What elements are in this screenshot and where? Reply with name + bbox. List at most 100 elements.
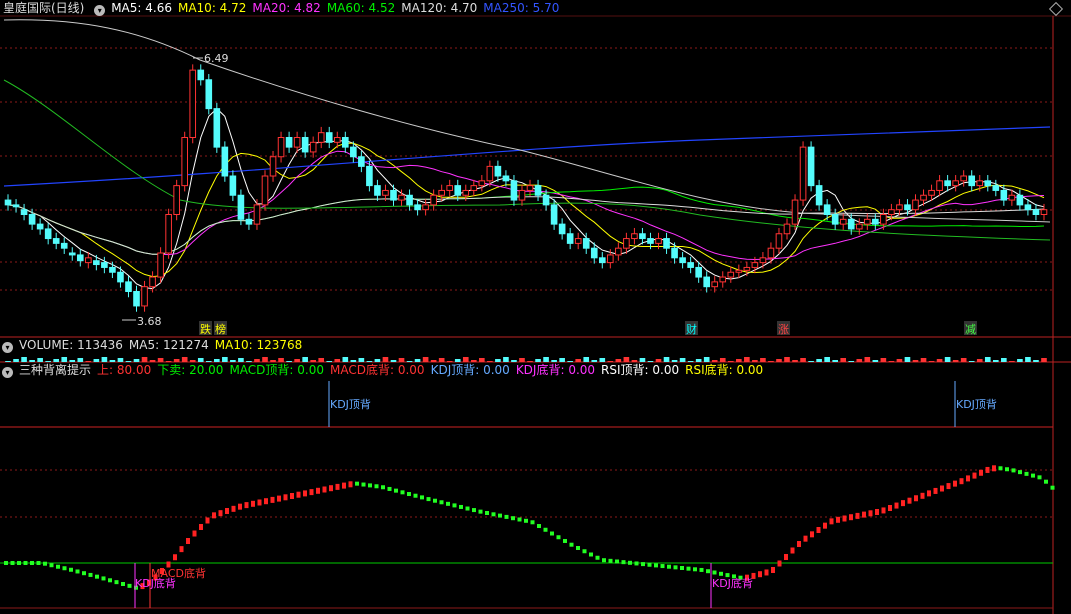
oscillator-segment <box>218 510 223 517</box>
indicator-title[interactable]: 三种背离提示 <box>19 363 91 377</box>
oscillator-segment <box>953 480 957 487</box>
volume-bar <box>856 359 863 362</box>
kline-chart[interactable]: 6.49 3.68 跌 榜 财 涨 减 KDJ顶背 KDJ顶背 KDJ底背 MA… <box>0 0 1071 614</box>
oscillator-segment <box>433 498 437 503</box>
oscillator-segment <box>439 500 444 505</box>
oscillator-segment <box>654 563 658 568</box>
oscillator-segment <box>920 492 925 499</box>
volume-bar <box>1041 358 1047 362</box>
oscillator-segment <box>101 576 106 581</box>
candle-body <box>615 247 622 256</box>
oscillator-segment <box>810 531 814 538</box>
volume-bar <box>984 357 991 362</box>
oscillator-segment <box>699 567 704 572</box>
candle-body <box>197 69 205 81</box>
oscillator-segment <box>199 524 203 530</box>
oscillator-segment <box>49 563 54 568</box>
oscillator-segment <box>504 514 509 519</box>
oscillator-segment <box>251 500 255 507</box>
candle-body <box>462 189 470 196</box>
oscillator-segment <box>192 530 197 537</box>
oscillator-segment <box>270 496 275 503</box>
candle-body <box>237 194 245 220</box>
candle-body <box>831 214 839 225</box>
candle-body <box>775 233 783 249</box>
oscillator-segment <box>114 580 119 585</box>
oscillator-segment <box>894 502 899 509</box>
candle-body <box>671 247 678 259</box>
signal-kdj-top-1: KDJ顶背 <box>330 397 371 411</box>
oscillator-segment <box>10 561 15 565</box>
ma-legend-item: MA60: 4.52 <box>326 1 396 15</box>
oscillator-segment <box>901 500 905 507</box>
oscillator-segment <box>680 566 684 570</box>
candle-body <box>446 185 454 191</box>
oscillator-segment <box>881 507 886 514</box>
oscillator-segment <box>485 511 489 515</box>
candle-body <box>341 137 349 148</box>
indicator-param: RSI顶背: 0.00 <box>601 363 680 377</box>
oscillator-segment <box>75 569 80 574</box>
indicator-settings-icon[interactable]: ▾ <box>2 367 13 378</box>
candle-body <box>727 271 735 278</box>
oscillator-segment <box>400 490 405 495</box>
candle-body <box>896 204 903 211</box>
volume-ma5: MA5: 121274 <box>128 338 209 352</box>
oscillator-segment <box>998 466 1003 471</box>
oscillator-segment <box>790 547 795 554</box>
oscillator-segment <box>36 561 41 565</box>
candle-body <box>438 189 445 196</box>
volume-bar <box>832 360 838 362</box>
volume-bar <box>936 359 943 362</box>
oscillator-segment <box>17 561 21 565</box>
oscillator-segment <box>290 493 294 499</box>
oscillator-segment <box>303 490 307 497</box>
oscillator-segment <box>764 569 769 576</box>
oscillator-segment <box>82 571 86 576</box>
candle-body <box>85 257 92 264</box>
oscillator-segment <box>712 570 717 575</box>
candle-body <box>325 132 333 143</box>
indicator-params: 上: 80.00 下卖: 20.00 MACD顶背: 0.00 MACD底背: 0.0… <box>97 363 769 377</box>
candle-body <box>149 276 156 288</box>
candle-body <box>309 141 317 153</box>
candle-body <box>1016 194 1024 206</box>
candle-body <box>277 137 285 158</box>
oscillator-segment <box>608 558 613 563</box>
oscillator-segment <box>127 583 132 588</box>
volume-settings-icon[interactable]: ▾ <box>2 342 13 353</box>
low-annotation: 3.68 <box>122 315 162 328</box>
oscillator-segment <box>426 497 431 502</box>
candle-body <box>952 180 959 187</box>
candle-body <box>157 252 164 278</box>
oscillator-segment <box>660 564 665 569</box>
candle-body <box>36 223 44 230</box>
indicator-header: ▾ 三种背离提示 上: 80.00 下卖: 20.00 MACD顶背: 0.00 MACD… <box>2 362 775 379</box>
ma-legend-item: MA5: 4.66 <box>111 1 172 15</box>
oscillator-segment <box>374 484 379 489</box>
oscillator-segment <box>108 578 112 583</box>
candle-body <box>93 260 100 266</box>
candle-body <box>944 180 951 187</box>
oscillator-segment <box>563 538 567 543</box>
candle-body <box>510 180 518 201</box>
candle-body <box>333 137 341 143</box>
candle-body <box>101 262 108 268</box>
candle-body <box>20 209 28 215</box>
oscillator-segment <box>777 560 782 567</box>
ma-settings-icon[interactable]: ▾ <box>94 5 106 16</box>
oscillator-segment <box>186 538 190 544</box>
volume-bar <box>880 358 887 362</box>
oscillator-segment <box>855 512 860 519</box>
indicator-param: 下卖: 20.00 <box>157 363 224 377</box>
candle-body <box>735 269 743 273</box>
volume-bar <box>904 357 911 362</box>
candle-body <box>269 156 277 177</box>
candle-body <box>1040 209 1048 215</box>
event-markers[interactable]: 跌 榜 财 涨 减 <box>199 321 977 336</box>
candle-body <box>751 262 759 268</box>
candle-body <box>478 180 486 187</box>
stock-title[interactable]: 皇庭国际(日线) <box>3 1 84 15</box>
candle-body <box>631 233 638 240</box>
candle-body <box>374 185 381 196</box>
